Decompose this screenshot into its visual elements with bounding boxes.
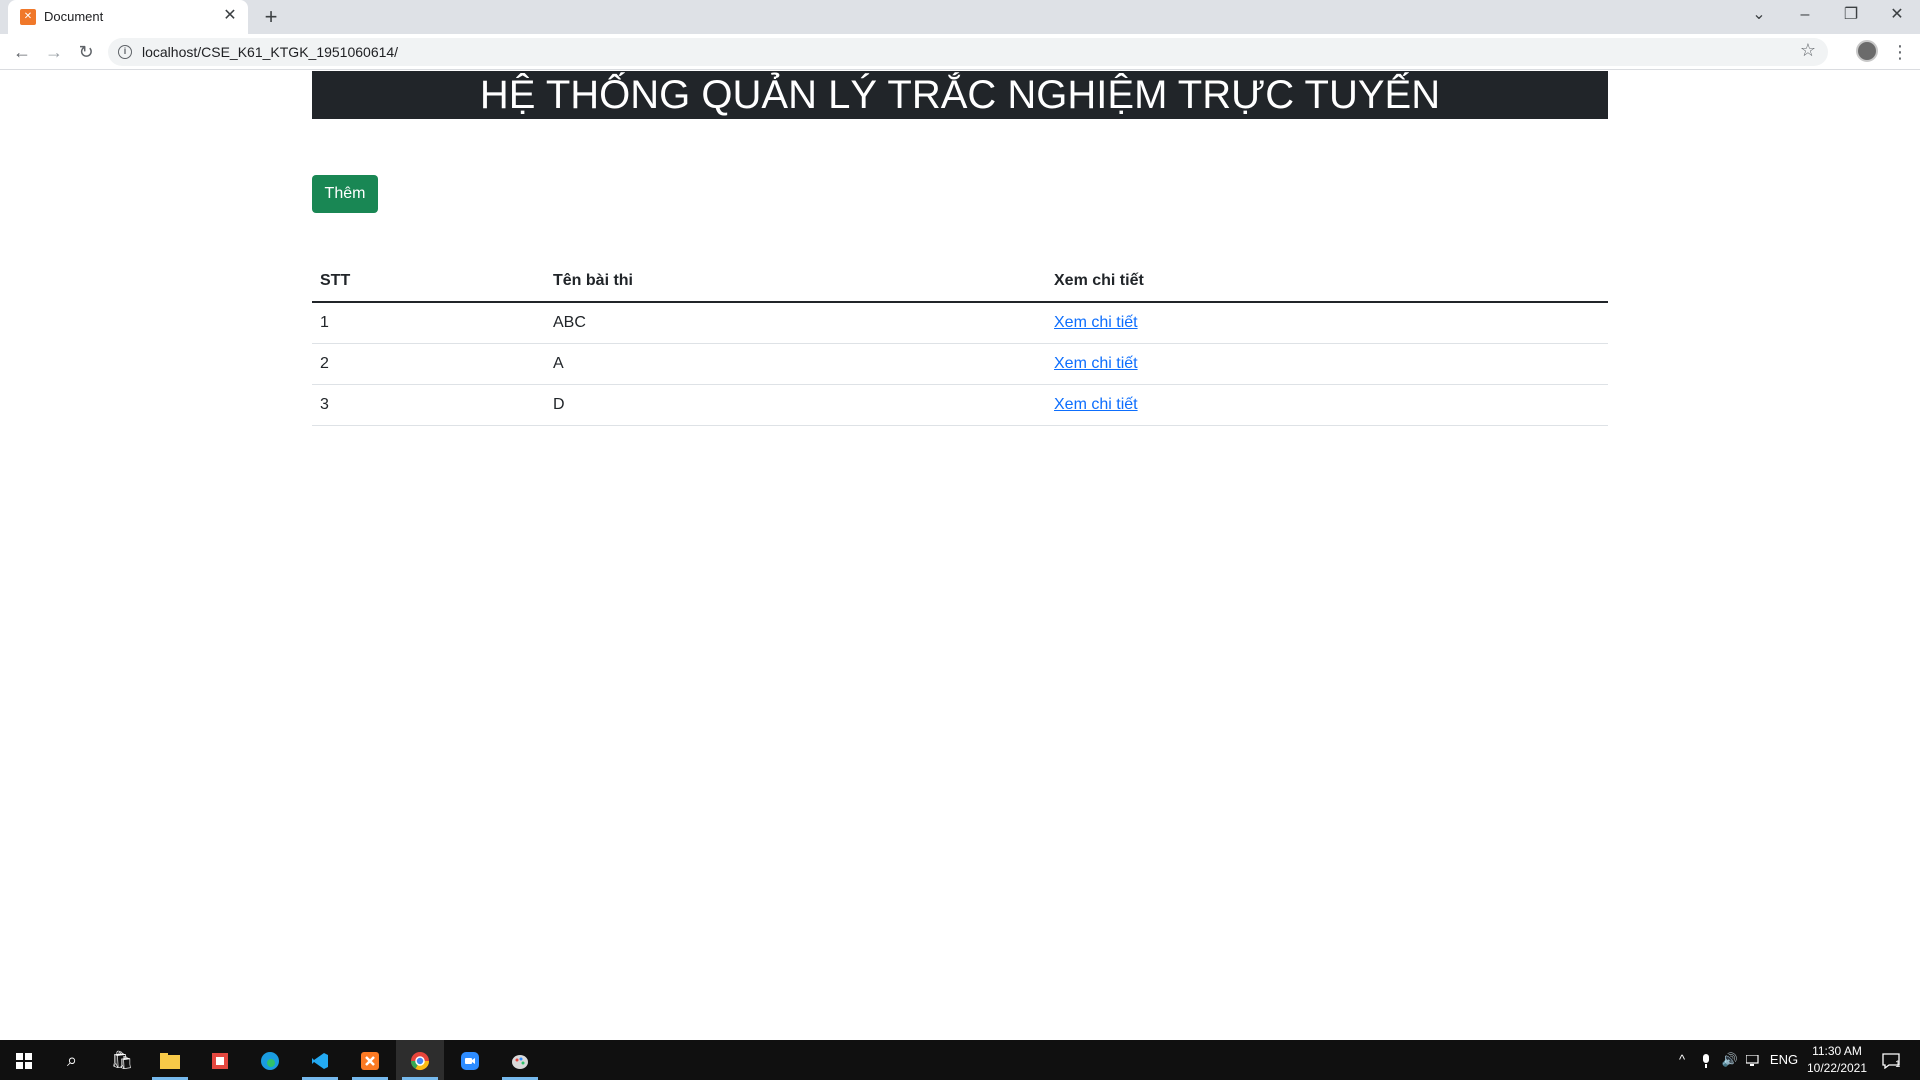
cell-stt: 2: [312, 343, 545, 385]
detail-link[interactable]: Xem chi tiết: [1054, 314, 1138, 331]
column-header-detail: Xem chi tiết: [1046, 261, 1608, 303]
info-icon[interactable]: i: [118, 45, 132, 59]
exam-table: STT Tên bài thi Xem chi tiết 1 ABC Xem c…: [312, 261, 1608, 426]
table-row: 3 D Xem chi tiết: [312, 384, 1608, 426]
detail-link[interactable]: Xem chi tiết: [1054, 355, 1138, 372]
snipping-tool-icon[interactable]: [196, 1040, 244, 1080]
cell-detail: Xem chi tiết: [1046, 302, 1608, 344]
cell-stt: 1: [312, 302, 545, 344]
add-button[interactable]: Thêm: [312, 175, 378, 213]
vscode-icon[interactable]: [296, 1040, 344, 1080]
column-header-stt: STT: [312, 261, 545, 303]
column-header-name: Tên bài thi: [545, 261, 1046, 303]
browser-tab-bar: ✕ Document ✕ + ⌄ – ❐ ✕: [0, 0, 1920, 34]
table-header-row: STT Tên bài thi Xem chi tiết: [312, 261, 1608, 303]
search-icon[interactable]: ⌕: [48, 1040, 96, 1080]
page-content: HỆ THỐNG QUẢN LÝ TRẮC NGHIỆM TRỰC TUYẾN …: [0, 71, 1920, 1039]
close-window-button[interactable]: ✕: [1874, 0, 1920, 34]
new-tab-button[interactable]: +: [258, 4, 284, 30]
xampp-taskbar-icon[interactable]: [346, 1040, 394, 1080]
taskbar-clock[interactable]: 11:30 AM 10/22/2021: [1802, 1043, 1872, 1077]
restore-button[interactable]: ❐: [1828, 0, 1874, 34]
browser-tab[interactable]: ✕ Document ✕: [8, 0, 248, 34]
bookmark-star-icon[interactable]: ☆: [1800, 40, 1816, 61]
show-hidden-icons-icon[interactable]: ^: [1670, 1040, 1694, 1080]
windows-start-icon[interactable]: [0, 1040, 48, 1080]
windows-taskbar: ⌕ 🛍 ^ 🔊 ENG 11:30 AM 10/22/2021 1: [0, 1040, 1920, 1080]
chrome-icon[interactable]: [396, 1040, 444, 1080]
zoom-icon[interactable]: [446, 1040, 494, 1080]
clock-date: 10/22/2021: [1806, 1061, 1868, 1075]
table-row: 1 ABC Xem chi tiết: [312, 302, 1608, 344]
url-text[interactable]: localhost/CSE_K61_KTGK_1951060614/: [142, 44, 398, 60]
cell-name: ABC: [545, 302, 1046, 344]
page-title: HỆ THỐNG QUẢN LÝ TRẮC NGHIỆM TRỰC TUYẾN: [312, 71, 1608, 119]
tab-search-icon[interactable]: ⌄: [1736, 0, 1782, 34]
reload-button[interactable]: ↻: [72, 38, 100, 66]
table-row: 2 A Xem chi tiết: [312, 343, 1608, 385]
notification-center-icon[interactable]: 1: [1878, 1040, 1912, 1080]
minimize-button[interactable]: –: [1782, 0, 1828, 34]
back-button[interactable]: ←: [8, 38, 36, 66]
cell-name: A: [545, 343, 1046, 385]
address-bar[interactable]: i localhost/CSE_K61_KTGK_1951060614/ ☆: [108, 38, 1828, 66]
content-container: HỆ THỐNG QUẢN LÝ TRẮC NGHIỆM TRỰC TUYẾN …: [312, 71, 1608, 426]
paint-icon[interactable]: [496, 1040, 544, 1080]
close-tab-icon[interactable]: ✕: [220, 6, 240, 26]
network-icon[interactable]: [1742, 1040, 1766, 1080]
browser-toolbar: ← → ↻ i localhost/CSE_K61_KTGK_195106061…: [0, 34, 1920, 70]
volume-icon[interactable]: 🔊: [1718, 1040, 1742, 1080]
tab-title: Document: [44, 9, 104, 24]
language-indicator[interactable]: ENG: [1766, 1040, 1802, 1080]
cell-stt: 3: [312, 384, 545, 426]
clock-time: 11:30 AM: [1812, 1044, 1862, 1058]
store-icon[interactable]: 🛍: [98, 1040, 146, 1080]
browser-menu-icon[interactable]: ⋮: [1890, 38, 1910, 66]
detail-link[interactable]: Xem chi tiết: [1054, 396, 1138, 413]
forward-button[interactable]: →: [40, 38, 68, 66]
xampp-icon: ✕: [20, 9, 36, 25]
cell-detail: Xem chi tiết: [1046, 343, 1608, 385]
notification-count: 1: [1895, 1059, 1901, 1069]
cell-name: D: [545, 384, 1046, 426]
microphone-icon[interactable]: [1694, 1040, 1718, 1080]
cell-detail: Xem chi tiết: [1046, 384, 1608, 426]
edge-icon[interactable]: [246, 1040, 294, 1080]
profile-avatar[interactable]: [1856, 40, 1878, 62]
file-explorer-icon[interactable]: [146, 1040, 194, 1080]
